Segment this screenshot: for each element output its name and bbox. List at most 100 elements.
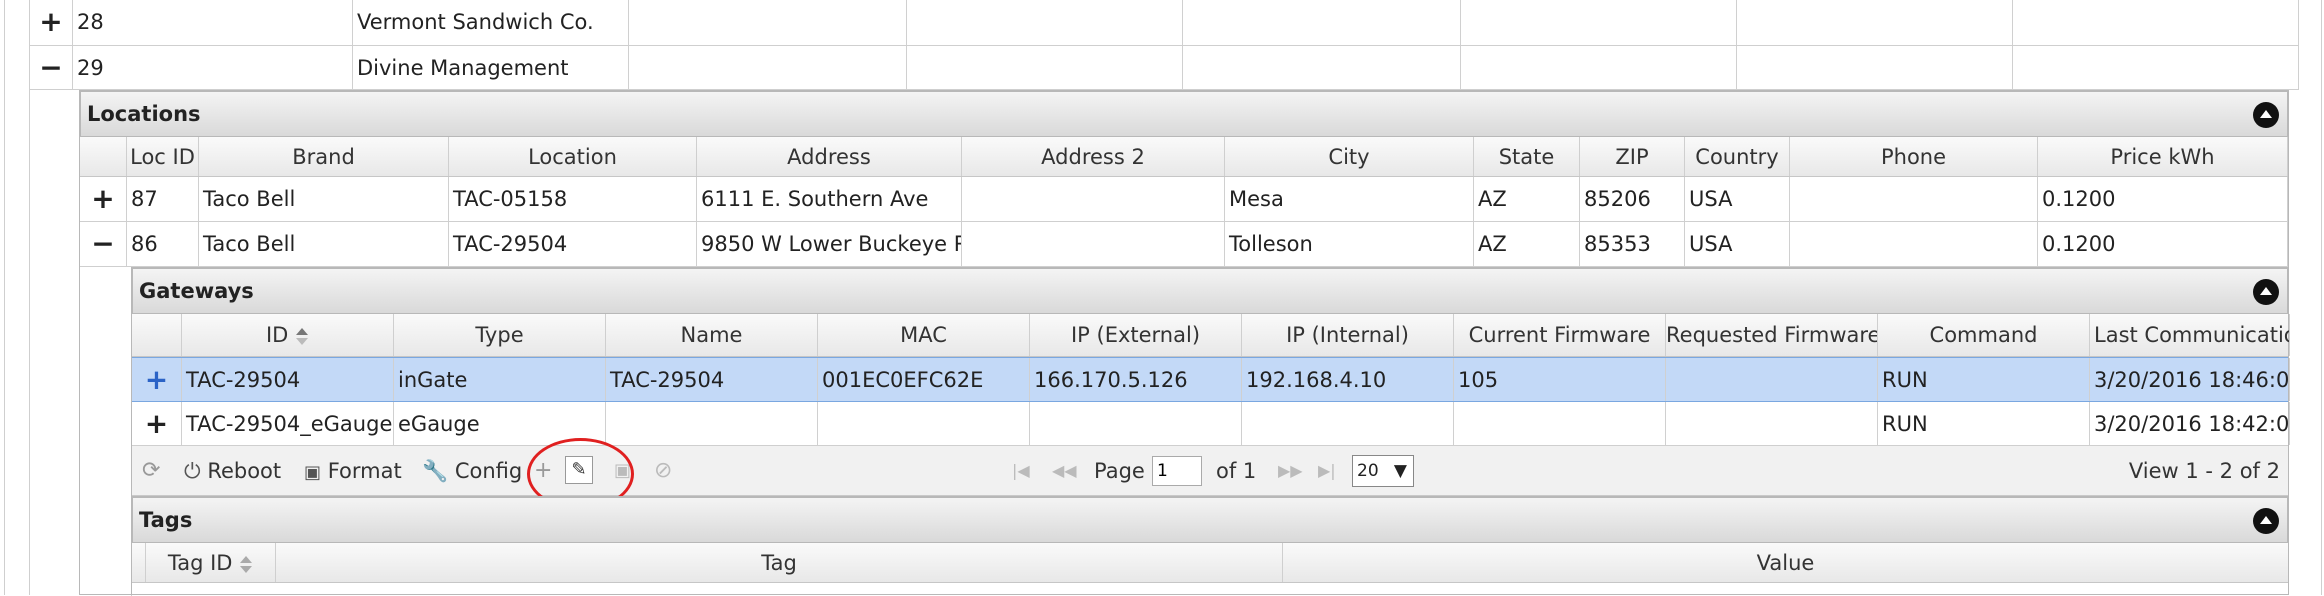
- config-button[interactable]: 🔧 Config: [422, 449, 522, 493]
- header-id[interactable]: ID: [182, 314, 394, 356]
- next-page-icon[interactable]: ▶▶: [1278, 449, 1303, 493]
- empty-cell: [907, 0, 1183, 45]
- page-number-input[interactable]: [1152, 456, 1202, 486]
- header-location[interactable]: Location: [449, 137, 697, 176]
- header-country[interactable]: Country: [1685, 137, 1790, 176]
- expand-row-button[interactable]: +: [132, 358, 182, 401]
- header-address-2[interactable]: Address 2: [962, 137, 1225, 176]
- gateways-title: Gateways: [139, 279, 254, 303]
- empty-cell: [1737, 46, 2013, 89]
- gateways-title-bar: Gateways: [132, 268, 2288, 314]
- address2-cell: [962, 222, 1225, 266]
- header-mac[interactable]: MAC: [818, 314, 1030, 356]
- page-label: Page: [1094, 459, 1145, 483]
- header-brand[interactable]: Brand: [199, 137, 449, 176]
- page-size-value: 20: [1357, 461, 1379, 481]
- address-cell: 6111 E. Southern Ave: [697, 177, 962, 221]
- page-total-label: of 1: [1216, 459, 1257, 483]
- collapse-row-button[interactable]: −: [80, 222, 127, 266]
- page-size-select[interactable]: 20 ▼: [1352, 455, 1414, 487]
- gateway-last-comm-cell: 3/20/2016 18:42:05: [2090, 402, 2290, 445]
- phone-cell: [1790, 222, 2038, 266]
- floppy-icon: ▣: [304, 462, 322, 483]
- header-value[interactable]: Value: [1283, 543, 2288, 582]
- header-expander: [132, 314, 182, 356]
- header-tag-id[interactable]: Tag ID: [146, 543, 276, 582]
- sort-arrows-icon[interactable]: [295, 326, 309, 346]
- gateway-mac-cell: 001EC0EFC62E: [818, 358, 1030, 401]
- reboot-label: Reboot: [207, 459, 282, 483]
- header-expander: [80, 137, 127, 176]
- tags-title-bar: Tags: [132, 497, 2288, 543]
- empty-cell: [2013, 0, 2299, 45]
- format-button[interactable]: ▣ Format: [304, 449, 402, 495]
- header-tag[interactable]: Tag: [276, 543, 1283, 582]
- gateway-current-fw-cell: 105: [1454, 358, 1666, 401]
- country-cell: USA: [1685, 177, 1790, 221]
- empty-cell: [1183, 46, 1461, 89]
- refresh-icon[interactable]: ⟳: [142, 449, 160, 493]
- location-cell: TAC-05158: [449, 177, 697, 221]
- tags-subgrid: Tags Tag ID Tag Value: [131, 496, 2289, 595]
- header-city[interactable]: City: [1225, 137, 1474, 176]
- header-price-kwh[interactable]: Price kWh: [2038, 137, 2288, 176]
- dropdown-arrow-icon: ▼: [1393, 461, 1407, 481]
- expand-row-button[interactable]: +: [80, 177, 127, 221]
- header-ip-internal[interactable]: IP (Internal): [1242, 314, 1454, 356]
- phone-cell: [1790, 177, 2038, 221]
- table-row[interactable]: + 28 Vermont Sandwich Co.: [29, 0, 2299, 46]
- collapse-locations-icon[interactable]: [2253, 102, 2279, 128]
- price-cell: 0.1200: [2038, 222, 2288, 266]
- power-icon: ⏻: [184, 459, 201, 483]
- state-cell: AZ: [1474, 177, 1580, 221]
- header-expander: [132, 543, 146, 582]
- collapse-row-button[interactable]: −: [29, 46, 73, 89]
- header-address[interactable]: Address: [697, 137, 962, 176]
- format-label: Format: [327, 459, 402, 483]
- gateways-pager: ⟳ ⏻ Reboot ▣ Format 🔧 Config + ✎ ▣ ⊘ |◀ …: [132, 446, 2288, 496]
- table-row[interactable]: + 87 Taco Bell TAC-05158 6111 E. Souther…: [80, 177, 2288, 222]
- gateway-command-cell: RUN: [1878, 358, 2090, 401]
- collapse-tags-icon[interactable]: [2253, 508, 2279, 534]
- header-command[interactable]: Command: [1878, 314, 2090, 356]
- header-phone[interactable]: Phone: [1790, 137, 2038, 176]
- header-loc-id[interactable]: Loc ID: [127, 137, 199, 176]
- header-zip[interactable]: ZIP: [1580, 137, 1685, 176]
- first-page-icon[interactable]: |◀: [1012, 449, 1030, 493]
- locations-title-bar: Locations: [80, 91, 2288, 137]
- table-row[interactable]: − 29 Divine Management: [29, 46, 2299, 90]
- header-ip-external[interactable]: IP (External): [1030, 314, 1242, 356]
- header-current-firmware[interactable]: Current Firmware: [1454, 314, 1666, 356]
- table-row[interactable]: − 86 Taco Bell TAC-29504 9850 W Lower Bu…: [80, 222, 2288, 267]
- empty-cell: [1461, 46, 1737, 89]
- collapse-gateways-icon[interactable]: [2253, 279, 2279, 305]
- sort-arrows-icon[interactable]: [239, 554, 253, 574]
- client-name-cell: Vermont Sandwich Co.: [353, 0, 629, 45]
- config-label: Config: [454, 459, 523, 483]
- location-cell: TAC-29504: [449, 222, 697, 266]
- header-requested-firmware[interactable]: Requested Firmware: [1666, 314, 1878, 356]
- gateway-name-cell: TAC-29504: [606, 358, 818, 401]
- loc-id-cell: 87: [127, 177, 199, 221]
- prev-page-icon[interactable]: ◀◀: [1052, 449, 1077, 493]
- cancel-icon[interactable]: ⊘: [654, 449, 672, 493]
- reboot-button[interactable]: ⏻ Reboot: [184, 449, 281, 493]
- address2-cell: [962, 177, 1225, 221]
- header-name[interactable]: Name: [606, 314, 818, 356]
- last-page-icon[interactable]: ▶|: [1318, 449, 1336, 493]
- expand-row-button[interactable]: +: [132, 402, 182, 445]
- table-row[interactable]: + TAC-29504_eGauge eGauge RUN 3/20/2016 …: [132, 402, 2290, 446]
- empty-cell: [629, 0, 907, 45]
- table-row-selected[interactable]: + TAC-29504 inGate TAC-29504 001EC0EFC62…: [132, 357, 2290, 402]
- gateway-command-cell: RUN: [1878, 402, 2090, 445]
- brand-cell: Taco Bell: [199, 222, 449, 266]
- gateway-type-cell: inGate: [394, 358, 606, 401]
- header-type[interactable]: Type: [394, 314, 606, 356]
- gateway-ip-internal-cell: [1242, 402, 1454, 445]
- header-last-communication[interactable]: Last Communication: [2090, 314, 2290, 356]
- zip-cell: 85353: [1580, 222, 1685, 266]
- gateway-name-cell: [606, 402, 818, 445]
- expand-row-button[interactable]: +: [29, 0, 73, 45]
- header-state[interactable]: State: [1474, 137, 1580, 176]
- country-cell: USA: [1685, 222, 1790, 266]
